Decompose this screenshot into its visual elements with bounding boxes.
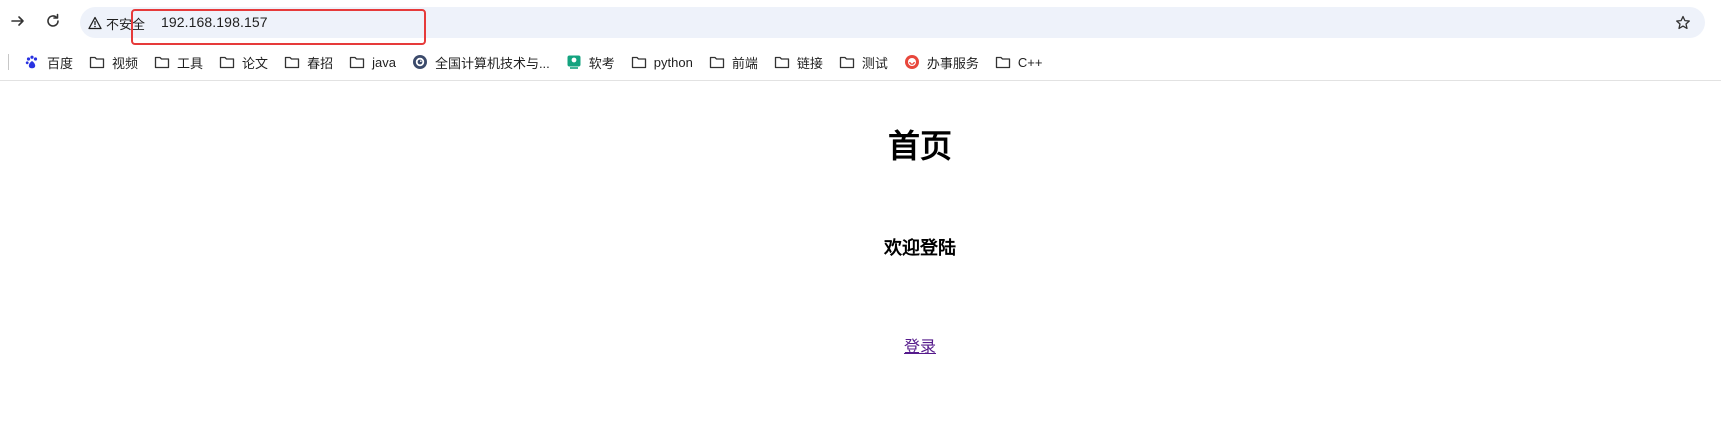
folder-icon	[838, 54, 856, 70]
bookmark-label: 前端	[731, 55, 758, 71]
bookmark-item[interactable]: 软考	[565, 53, 615, 72]
bookmark-item[interactable]: 工具	[153, 53, 203, 72]
bookmark-label: 百度	[47, 55, 74, 71]
bookmark-label: 春招	[307, 55, 334, 71]
folder-icon	[630, 54, 648, 70]
bookmark-item[interactable]: python	[630, 54, 693, 70]
bookmarks-separator	[8, 54, 9, 70]
service-icon	[903, 54, 921, 70]
folder-icon	[348, 54, 366, 70]
star-icon	[1676, 15, 1690, 30]
bookmark-item[interactable]: 链接	[773, 53, 823, 72]
folder-icon	[773, 54, 791, 70]
bookmark-label: C++	[1017, 54, 1043, 70]
bookmark-label: 全国计算机技术与...	[434, 55, 550, 71]
folder-icon	[708, 54, 726, 70]
bookmark-label: java	[372, 54, 396, 70]
url-text[interactable]: 192.168.198.157	[161, 14, 268, 30]
eye-logo-icon	[411, 54, 429, 70]
login-link[interactable]: 登录	[904, 337, 936, 356]
bookmark-item[interactable]: 百度	[23, 53, 73, 72]
bookmark-item[interactable]: 前端	[708, 53, 758, 72]
bookmark-label: 视频	[112, 55, 139, 71]
login-link-wrapper: 登录	[0, 333, 1721, 357]
reload-button[interactable]	[41, 9, 65, 33]
arrow-right-icon	[11, 16, 24, 26]
bookmark-star-button[interactable]	[1671, 11, 1695, 35]
folder-icon	[283, 54, 301, 70]
bookmark-item[interactable]: java	[348, 54, 396, 70]
folder-icon	[218, 54, 236, 70]
bookmark-item[interactable]: 全国计算机技术与...	[411, 53, 550, 72]
bookmark-label: 测试	[861, 55, 888, 71]
bookmark-item[interactable]: 论文	[218, 53, 268, 72]
bookmark-label: 论文	[242, 55, 269, 71]
warning-icon	[88, 16, 102, 30]
bookmark-item[interactable]: 视频	[88, 53, 138, 72]
forward-button[interactable]	[6, 9, 30, 33]
security-label: 不安全	[106, 16, 146, 32]
bookmark-label: 工具	[177, 55, 204, 71]
page-title: 首页	[887, 127, 952, 165]
bookmark-item[interactable]: 测试	[838, 53, 888, 72]
bookmark-item[interactable]: C++	[994, 54, 1043, 70]
reload-icon	[47, 13, 59, 27]
bookmark-label: 软考	[588, 55, 615, 71]
bookmark-label: python	[653, 54, 693, 70]
security-chip[interactable]: 不安全	[88, 13, 145, 33]
bookmark-item[interactable]: 春招	[283, 53, 333, 72]
browser-window: 不安全 192.168.198.157 百度 视频 工具 论文 春招 java 全国计算机技…	[0, 0, 1721, 429]
browser-toolbar: 不安全 192.168.198.157	[0, 0, 1721, 45]
bookmarks-bar: 百度 视频 工具 论文 春招 java 全国计算机技术与... 软考 python 前端 链接 测试 办…	[0, 46, 1721, 78]
baidu-icon	[23, 54, 41, 70]
ruankao-icon	[565, 54, 583, 70]
welcome-heading: 欢迎登陆	[884, 238, 956, 259]
bookmark-label: 办事服务	[926, 55, 979, 71]
page-content: 首页 欢迎登陆 登录	[0, 81, 1721, 429]
folder-icon	[153, 54, 171, 70]
folder-icon	[88, 54, 106, 70]
bookmark-label: 链接	[796, 55, 823, 71]
bookmark-item[interactable]: 办事服务	[903, 53, 979, 72]
address-bar[interactable]: 不安全 192.168.198.157	[80, 7, 1705, 38]
folder-icon	[994, 54, 1012, 70]
